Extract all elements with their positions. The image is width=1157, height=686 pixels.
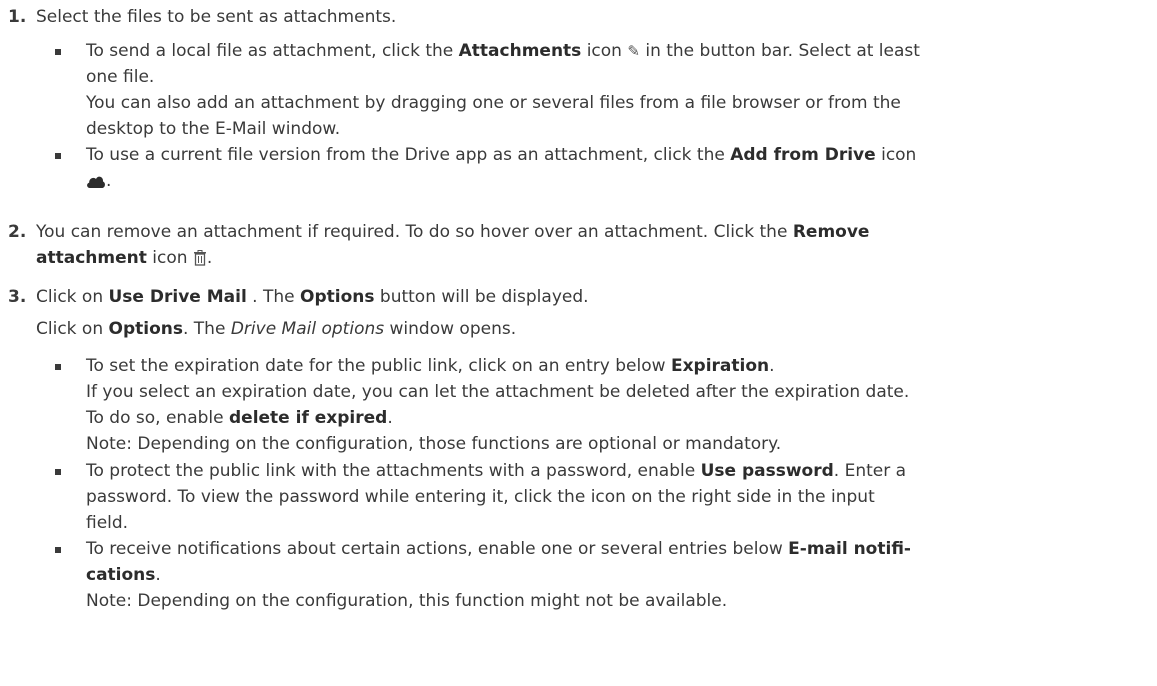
- list-item-line: To use a current file version from the D…: [86, 145, 917, 165]
- list-item-line: password. To view the password while ent…: [86, 487, 875, 507]
- step-line: You can remove an attachment if required…: [36, 222, 870, 242]
- step-number: 1.: [8, 7, 27, 27]
- list-item-line: .: [86, 168, 1146, 194]
- document-page: 1. Select the files to be sent as attach…: [0, 0, 1157, 686]
- step-line: attachment icon .: [36, 248, 213, 268]
- list-item-line: If you select an expiration date, you ca…: [86, 382, 910, 402]
- list-item-line: Note: Depending on the configuration, th…: [86, 591, 728, 611]
- bullet-marker: [55, 364, 61, 370]
- list-item-line: To set the expiration date for the publi…: [86, 356, 775, 376]
- list-item-line: Note: Depending on the configuration, th…: [86, 434, 782, 454]
- list-item: To use a current file version from the D…: [86, 142, 1146, 194]
- list-item: To receive notifications about certain a…: [86, 536, 1146, 614]
- bullet-marker: [55, 469, 61, 475]
- list-item-line: field.: [86, 513, 129, 533]
- step-line: Click on Use Drive Mail . The Options bu…: [36, 287, 589, 307]
- step-number: 3.: [8, 287, 27, 307]
- list-item-line: You can also add an attachment by draggi…: [86, 93, 901, 113]
- bullet-marker: [55, 153, 61, 159]
- step-text: You can remove an attachment if required…: [36, 219, 1146, 271]
- paperclip-icon: ✎: [627, 42, 640, 60]
- list-item-line: To send a local file as attachment, clic…: [86, 38, 1146, 64]
- bullet-marker: [55, 49, 61, 55]
- bullet-marker: [55, 547, 61, 553]
- list-item: To set the expiration date for the publi…: [86, 353, 1146, 457]
- cloud-icon: [87, 176, 105, 188]
- list-item-line: To receive notifications about certain a…: [86, 539, 911, 559]
- list-item: To protect the public link with the atta…: [86, 458, 1146, 536]
- list-item-line: cations.: [86, 565, 161, 585]
- list-item-line: desktop to the E-Mail window.: [86, 119, 341, 139]
- trash-icon: [193, 250, 206, 266]
- step-text: Select the files to be sent as attachmen…: [36, 7, 397, 27]
- list-item-line: To do so, enable delete if expired.: [86, 408, 393, 428]
- list-item-line: one file.: [86, 67, 155, 87]
- step-line: Click on Options. The Drive Mail options…: [36, 319, 517, 339]
- step-number: 2.: [8, 222, 27, 242]
- list-item: To send a local file as attachment, clic…: [86, 38, 1146, 142]
- list-item-line: To protect the public link with the atta…: [86, 461, 907, 481]
